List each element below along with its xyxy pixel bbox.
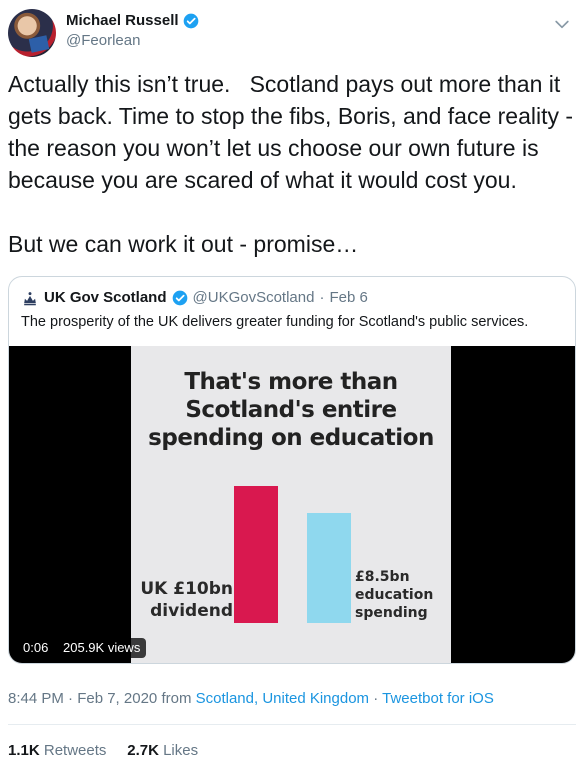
video-title-text: That's more than Scotland's entire spend…: [148, 369, 434, 451]
quoted-date[interactable]: Feb 6: [329, 289, 367, 306]
video-views-badge: 205.9K views: [57, 638, 147, 658]
tweet-header: Michael Russell @Feorlean: [8, 8, 576, 58]
video-frame: That's more than Scotland's entire spend…: [131, 346, 451, 663]
quoted-tweet[interactable]: UK Gov Scotland @UKGovScotland · Feb 6 T…: [8, 276, 576, 664]
client-link[interactable]: Tweetbot for iOS: [382, 690, 494, 707]
timestamp[interactable]: 8:44 PM · Feb 7, 2020: [8, 690, 157, 707]
quoted-tweet-text: The prosperity of the UK delivers greate…: [21, 314, 529, 330]
video-time-badge: 0:06: [17, 638, 55, 658]
quoted-display-name[interactable]: UK Gov Scotland: [44, 289, 167, 306]
author-display-name[interactable]: Michael Russell: [66, 12, 179, 29]
verified-badge-icon: [172, 290, 187, 305]
video-player[interactable]: That's more than Scotland's entire spend…: [9, 346, 575, 663]
author-handle[interactable]: @Feorlean: [66, 32, 199, 49]
retweets-stat[interactable]: 1.1K Retweets: [8, 742, 106, 759]
dividend-label: UK £10bn dividend: [140, 579, 233, 621]
from-label: from: [161, 690, 192, 707]
education-label: £8.5bn education spending: [355, 569, 434, 621]
author-name-row[interactable]: Michael Russell: [66, 12, 199, 29]
retweets-count: 1.1K: [8, 742, 40, 759]
avatar[interactable]: [8, 9, 56, 57]
divider: [8, 724, 576, 725]
likes-stat[interactable]: 2.7K Likes: [127, 742, 198, 759]
retweets-label: Retweets: [43, 742, 107, 759]
royal-crest-icon: [24, 291, 36, 305]
separator-dot: ·: [373, 690, 379, 707]
quoted-tweet-header: UK Gov Scotland @UKGovScotland · Feb 6: [21, 289, 368, 306]
tweet-text: Actually this isn’t true. Scotland pays …: [8, 71, 574, 257]
dividend-bar: [234, 486, 278, 623]
verified-badge-icon: [183, 13, 198, 28]
education-bar: [307, 513, 351, 623]
location-link[interactable]: Scotland, United Kingdom: [196, 690, 369, 707]
tweet-meta: 8:44 PM · Feb 7, 2020 from Scotland, Uni…: [8, 690, 494, 707]
quoted-handle[interactable]: @UKGovScotland: [193, 289, 315, 306]
engagement-stats: 1.1K Retweets 2.7K Likes: [8, 742, 198, 759]
chevron-down-icon[interactable]: [552, 14, 572, 34]
author-block: Michael Russell @Feorlean: [66, 12, 199, 49]
separator-dot: ·: [319, 289, 325, 306]
likes-count: 2.7K: [127, 742, 159, 759]
likes-label: Likes: [163, 742, 199, 759]
